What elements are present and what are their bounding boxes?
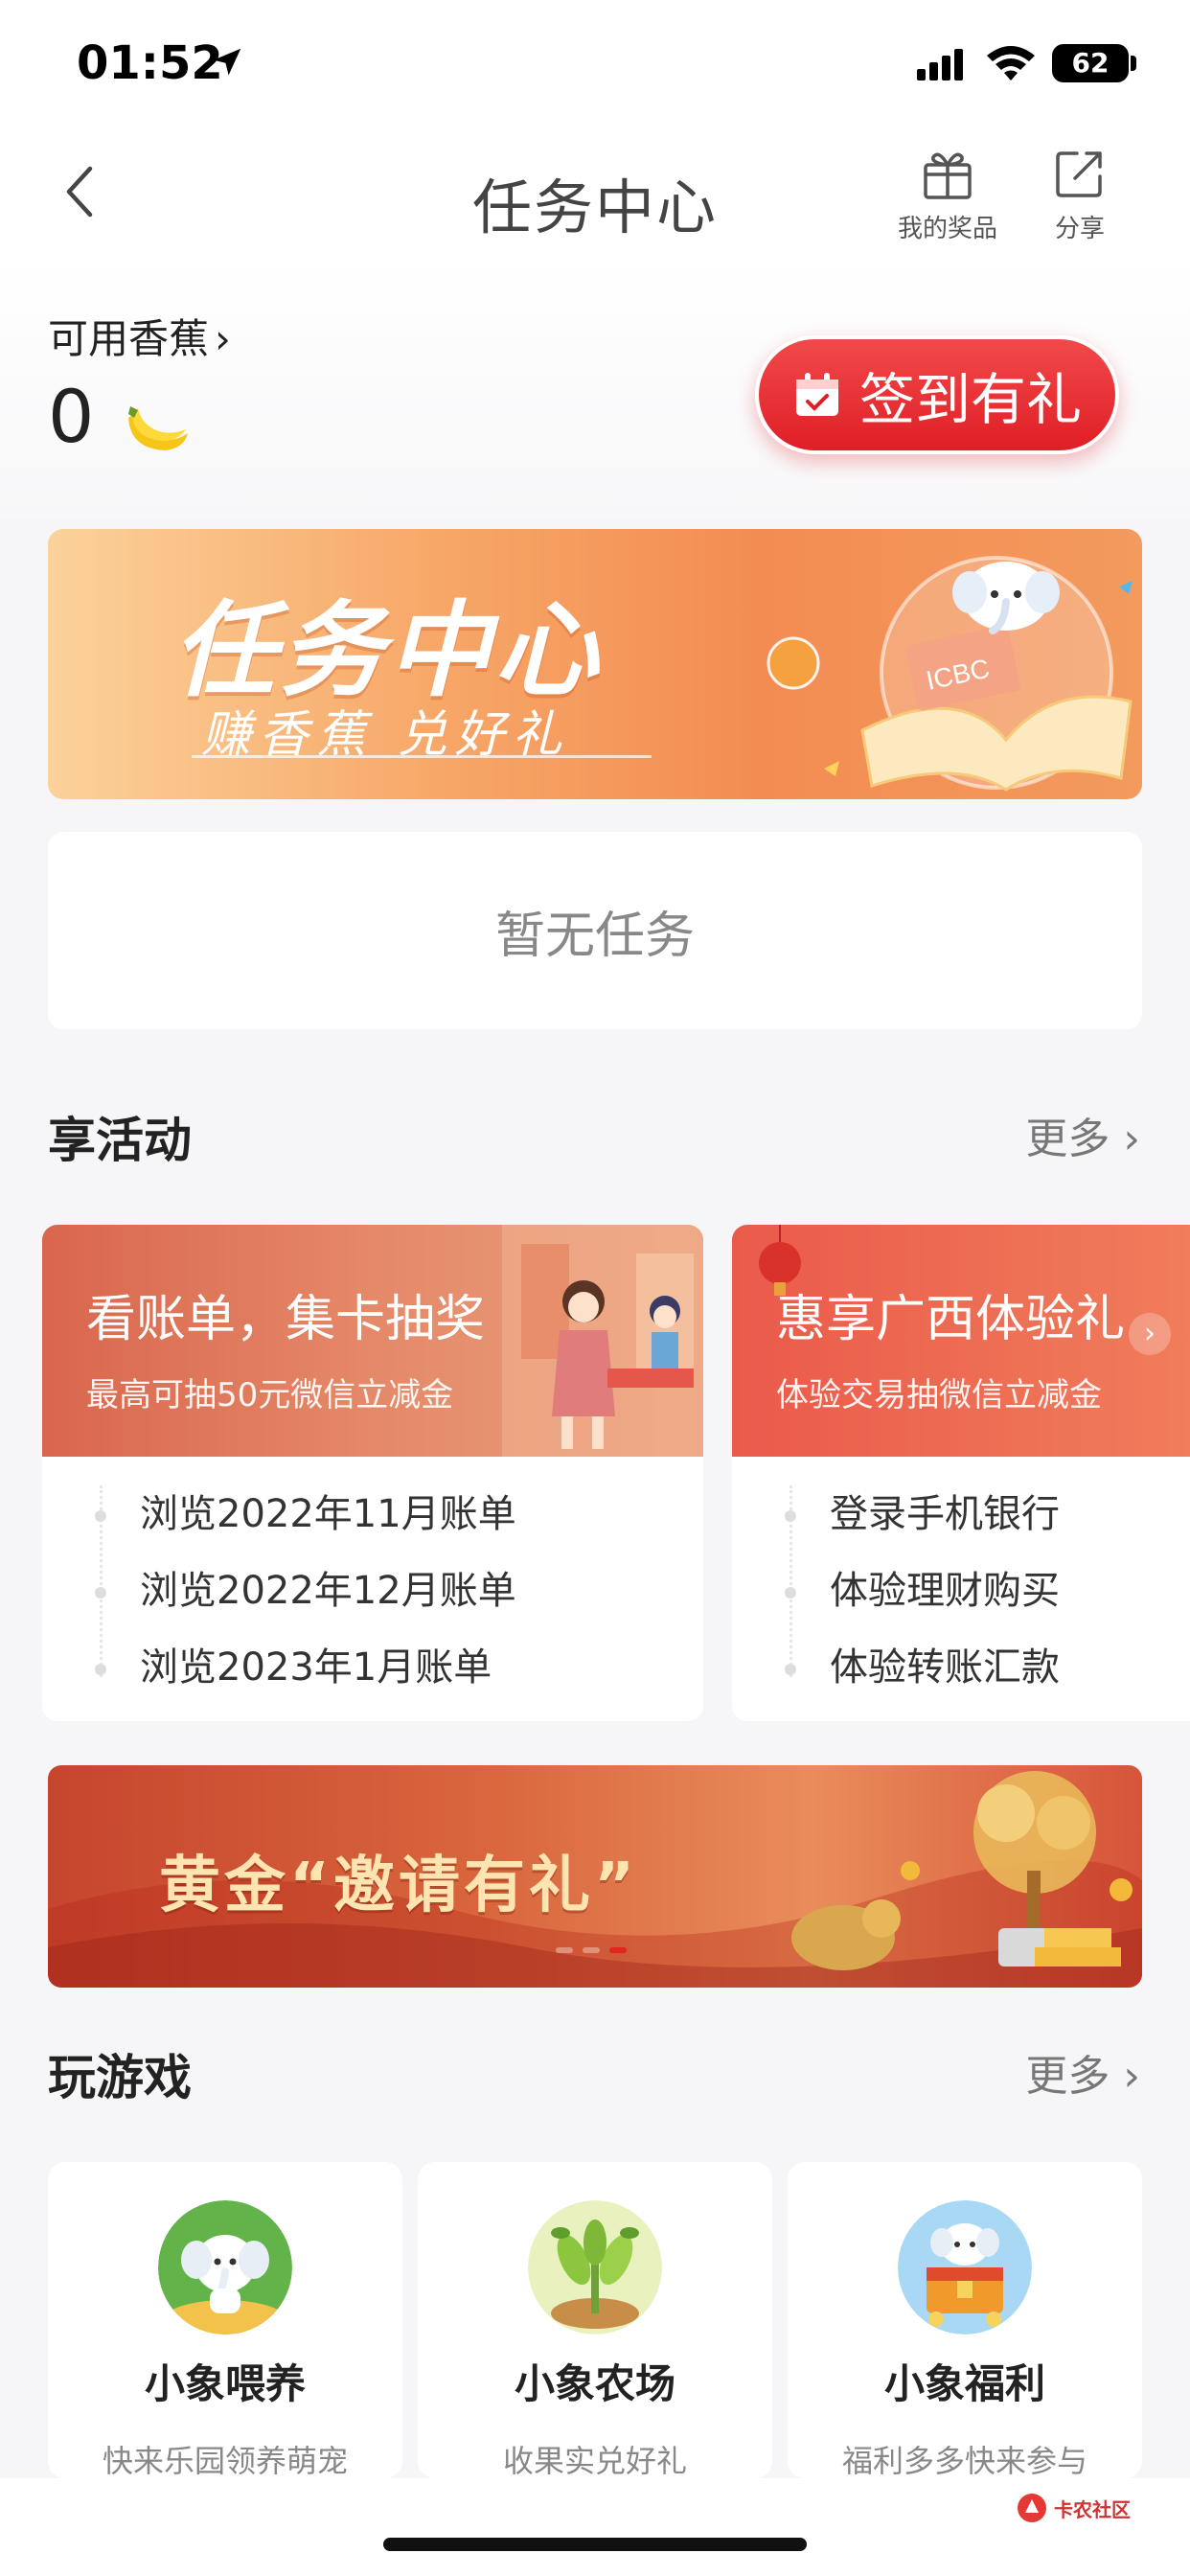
- location-arrow-icon: [213, 48, 241, 76]
- carousel-dot[interactable]: [583, 1947, 600, 1953]
- games-more-link[interactable]: 更多 ›: [1025, 2041, 1140, 2103]
- battery-level: 62: [1052, 44, 1129, 82]
- game-desc: 福利多多快来参与: [841, 2443, 1087, 2479]
- carousel-next-icon[interactable]: ›: [1129, 1313, 1171, 1355]
- share-button[interactable]: 分享: [1018, 144, 1142, 249]
- activity-subtitle: 最高可抽50元微信立减金: [86, 1376, 454, 1414]
- page-title: 任务中心: [471, 172, 718, 242]
- carousel-dot-active[interactable]: [609, 1947, 627, 1953]
- game-desc: 快来乐园领养萌宠: [102, 2443, 348, 2479]
- activity-task-item: 浏览2023年1月账单: [42, 1629, 703, 1706]
- check-in-label: 签到有礼: [858, 367, 1082, 432]
- game-name: 小象农场: [514, 2360, 675, 2407]
- watermark-logo-icon: [1018, 2494, 1046, 2522]
- game-card-elephant-welfare[interactable]: 小象福利 福利多多快来参与: [788, 2162, 1142, 2479]
- empty-tasks-text: 暂无任务: [494, 907, 695, 965]
- battery-tip: [1131, 56, 1136, 71]
- activity-task-item: 体验理财购买: [732, 1552, 1190, 1629]
- activities-section-title: 享活动: [48, 1113, 192, 1168]
- my-prizes-button[interactable]: 我的奖品: [885, 144, 1010, 249]
- my-prizes-label: 我的奖品: [897, 215, 997, 243]
- banana-balance-area: 可用香蕉 › 0 签到有礼: [0, 259, 1190, 518]
- available-bananas-label: 可用香蕉: [48, 315, 210, 362]
- activity-card-header: 看账单，集卡抽奖 最高可抽50元微信立减金: [42, 1225, 703, 1457]
- game-desc: 收果实兑好礼: [502, 2443, 687, 2479]
- elephant-book-illustration: ICBC: [767, 556, 1133, 792]
- games-more-label: 更多: [1025, 2052, 1110, 2101]
- status-time: 01:52: [77, 36, 223, 90]
- chevron-right-icon: ›: [215, 315, 231, 362]
- status-bar: 01:52 62: [0, 0, 1190, 125]
- empty-tasks-card: 暂无任务: [48, 832, 1142, 1029]
- games-section-title: 玩游戏: [48, 2050, 192, 2105]
- banana-count: 0: [48, 374, 95, 459]
- available-bananas-link[interactable]: 可用香蕉 ›: [48, 307, 231, 365]
- share-icon: [1056, 151, 1102, 197]
- watermark-text: 卡农社区: [1054, 2497, 1131, 2521]
- activity-card-guangxi-gift[interactable]: 惠享广西体验礼 体验交易抽微信立减金 › 登录手机银行 体验理财购买 体验转账汇…: [732, 1225, 1190, 1721]
- elephant-treasure-icon: [898, 2200, 1032, 2334]
- activity-card-bill-lottery[interactable]: 看账单，集卡抽奖 最高可抽50元微信立减金 浏览2022年11月账单 浏览202…: [42, 1225, 703, 1721]
- activity-subtitle: 体验交易抽微信立减金: [776, 1376, 1102, 1414]
- activities-more-link[interactable]: 更多 ›: [1025, 1104, 1140, 1165]
- check-in-button[interactable]: 签到有礼: [755, 335, 1119, 454]
- gold-invite-text: 黄金“邀请有礼”: [159, 1851, 639, 1921]
- home-indicator[interactable]: [383, 2538, 807, 2551]
- game-card-elephant-feeding[interactable]: 小象喂养 快来乐园领养萌宠: [48, 2162, 402, 2479]
- game-name: 小象喂养: [144, 2360, 306, 2407]
- banana-icon: [128, 406, 188, 450]
- game-name: 小象福利: [883, 2360, 1045, 2407]
- share-label: 分享: [1054, 215, 1105, 243]
- activity-task-item: 体验转账汇款: [732, 1629, 1190, 1706]
- activity-title: 看账单，集卡抽奖: [86, 1291, 486, 1348]
- task-center-banner[interactable]: 任务中心 赚香蕉 兑好礼 ICBC: [48, 529, 1142, 799]
- bottom-safe-area: [0, 2478, 1190, 2576]
- carousel-dots: [556, 1947, 627, 1953]
- gift-icon: [924, 152, 972, 199]
- watermark: 卡农社区: [1016, 2492, 1131, 2524]
- carousel-dot[interactable]: [556, 1947, 573, 1953]
- chevron-right-icon: ›: [1123, 1115, 1140, 1163]
- activity-task-item: 登录手机银行: [732, 1476, 1190, 1552]
- activity-task-item: 浏览2022年11月账单: [42, 1476, 703, 1552]
- activities-more-label: 更多: [1025, 1115, 1110, 1163]
- activity-task-item: 浏览2022年12月账单: [42, 1552, 703, 1629]
- elephant-feeding-icon: [158, 2200, 292, 2334]
- cellular-signal-icon: [917, 49, 963, 80]
- gold-invite-banner[interactable]: 黄金“邀请有礼”: [48, 1765, 1142, 1988]
- activity-card-header: 惠享广西体验礼 体验交易抽微信立减金 ›: [732, 1225, 1190, 1457]
- money-tree-illustration: [791, 1771, 1133, 1970]
- game-card-elephant-farm[interactable]: 小象农场 收果实兑好礼: [418, 2162, 772, 2479]
- wifi-icon: [987, 46, 1035, 80]
- bean-sprout-icon: [528, 2200, 662, 2334]
- calendar-check-icon: [795, 373, 838, 416]
- activity-title: 惠享广西体验礼: [776, 1291, 1126, 1348]
- banner-underline: [192, 755, 652, 758]
- nav-header: 任务中心 我的奖品 分享: [0, 125, 1190, 259]
- activity-task-list: 浏览2022年11月账单 浏览2022年12月账单 浏览2023年1月账单: [42, 1457, 703, 1706]
- activity-task-list: 登录手机银行 体验理财购买 体验转账汇款: [732, 1457, 1190, 1706]
- chevron-right-icon: ›: [1123, 2052, 1140, 2101]
